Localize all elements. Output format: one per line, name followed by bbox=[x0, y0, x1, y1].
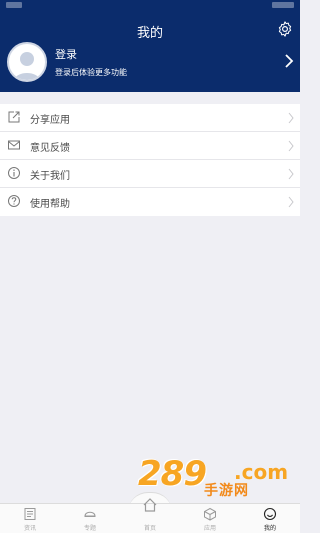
tab-news[interactable]: 资讯 bbox=[0, 504, 60, 533]
chevron-right-icon bbox=[288, 196, 294, 208]
chevron-right-icon bbox=[288, 112, 294, 124]
chevron-right-icon[interactable] bbox=[284, 54, 294, 68]
news-icon bbox=[24, 508, 36, 520]
info-icon bbox=[8, 167, 20, 179]
chevron-right-icon bbox=[288, 140, 294, 152]
tab-label-mine: 我的 bbox=[263, 525, 276, 532]
menu-item-help[interactable]: 使用帮助 bbox=[0, 188, 300, 216]
page-title: 我的 bbox=[136, 26, 163, 41]
chevron-right-icon bbox=[288, 168, 294, 180]
profile-header: 我的 登录 登录后体验更多功能 bbox=[0, 14, 300, 92]
site-watermark: 289 .com 手游网 bbox=[138, 454, 288, 499]
share-icon bbox=[8, 111, 20, 123]
watermark-number: 289 bbox=[138, 454, 207, 494]
menu-item-about[interactable]: 关于我们 bbox=[0, 160, 300, 188]
home-icon bbox=[143, 498, 157, 512]
status-left-icons bbox=[6, 2, 22, 8]
menu-item-feedback[interactable]: 意见反馈 bbox=[0, 132, 300, 160]
status-bar bbox=[0, 0, 300, 14]
tab-label-topics: 专题 bbox=[83, 525, 96, 532]
tab-home[interactable]: 首页 bbox=[120, 498, 180, 533]
bottom-tab-bar: 资讯 专题 首页 应用 我的 bbox=[0, 498, 300, 533]
help-icon bbox=[8, 195, 20, 207]
user-silhouette-icon bbox=[13, 52, 41, 80]
login-subtitle: 登录后体验更多功能 bbox=[55, 68, 127, 77]
menu-label-help: 使用帮助 bbox=[30, 199, 70, 210]
menu-label-feedback: 意见反馈 bbox=[30, 143, 70, 154]
avatar[interactable] bbox=[7, 42, 47, 82]
tab-mine[interactable]: 我的 bbox=[240, 504, 300, 533]
login-label[interactable]: 登录 bbox=[55, 46, 77, 62]
settings-menu: 分享应用 意见反馈 关于我们 使用帮助 bbox=[0, 104, 300, 216]
topics-icon bbox=[84, 511, 96, 517]
apps-icon bbox=[204, 507, 216, 521]
mail-icon bbox=[8, 140, 20, 150]
tab-label-news: 资讯 bbox=[23, 525, 36, 532]
menu-label-about: 关于我们 bbox=[30, 171, 70, 182]
smiley-icon bbox=[263, 507, 277, 521]
tab-label-apps: 应用 bbox=[203, 525, 216, 532]
menu-item-share[interactable]: 分享应用 bbox=[0, 104, 300, 132]
menu-label-share: 分享应用 bbox=[30, 115, 70, 126]
tab-topics[interactable]: 专题 bbox=[60, 504, 120, 533]
tab-label-home: 首页 bbox=[143, 525, 156, 532]
watermark-brand: 手游网 bbox=[204, 483, 249, 499]
status-right-icons bbox=[272, 2, 294, 8]
tab-apps[interactable]: 应用 bbox=[180, 504, 240, 533]
gear-icon[interactable] bbox=[276, 20, 294, 38]
